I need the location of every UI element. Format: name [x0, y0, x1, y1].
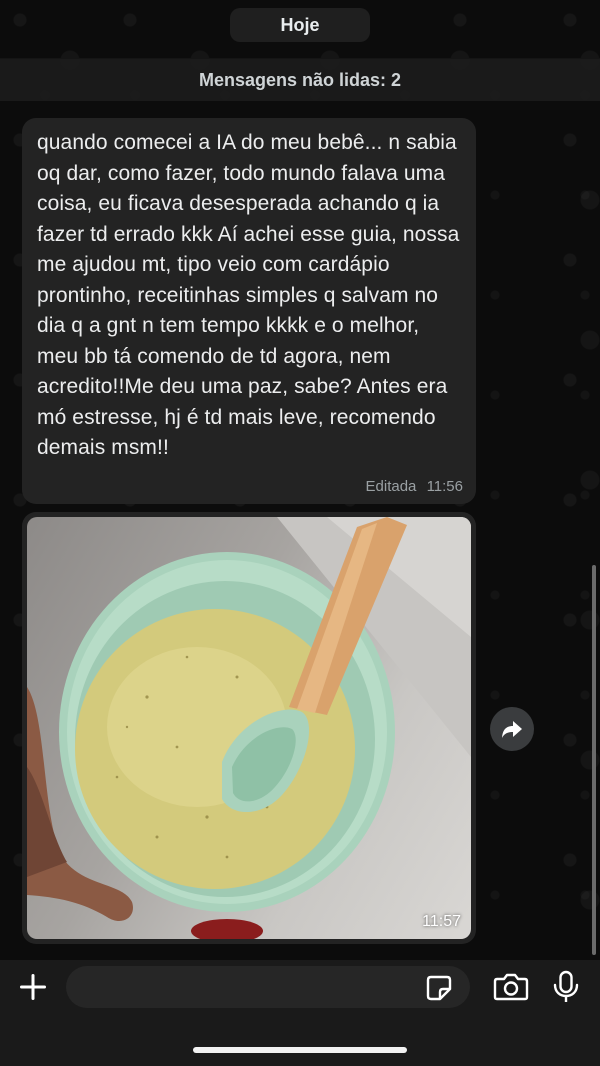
date-divider-chip: Hoje	[230, 8, 370, 42]
voice-message-button[interactable]	[552, 970, 580, 1004]
message-input-field[interactable]	[66, 966, 470, 1008]
sticker-icon	[426, 975, 452, 1001]
microphone-icon	[553, 970, 579, 1002]
chat-scrollbar[interactable]	[592, 565, 596, 955]
image-message-time: 11:57	[422, 913, 461, 930]
date-divider-label: Hoje	[280, 14, 320, 35]
message-time: 11:56	[426, 478, 463, 495]
baby-food-photo[interactable]: 11:57	[27, 517, 471, 939]
camera-button[interactable]	[493, 972, 529, 1002]
unread-messages-banner: Mensagens não lidas: 2	[0, 58, 600, 101]
incoming-text-message[interactable]: quando comecei a IA do meu bebê... n sab…	[22, 118, 476, 504]
forward-button[interactable]	[490, 707, 534, 751]
baby-food-bowl-illustration	[27, 517, 471, 939]
camera-icon	[493, 973, 529, 1001]
attach-plus-button[interactable]	[16, 970, 50, 1004]
edited-label: Editada	[365, 478, 417, 495]
sticker-button[interactable]	[425, 974, 453, 1002]
home-indicator[interactable]	[193, 1047, 407, 1053]
incoming-image-message[interactable]: 11:57	[22, 512, 476, 944]
plus-icon	[20, 974, 46, 1000]
message-text: quando comecei a IA do meu bebê... n sab…	[37, 131, 466, 459]
message-meta: Editada 11:56	[366, 478, 463, 495]
unread-messages-label: Mensagens não lidas: 2	[198, 69, 402, 90]
forward-arrow-icon	[502, 721, 522, 738]
